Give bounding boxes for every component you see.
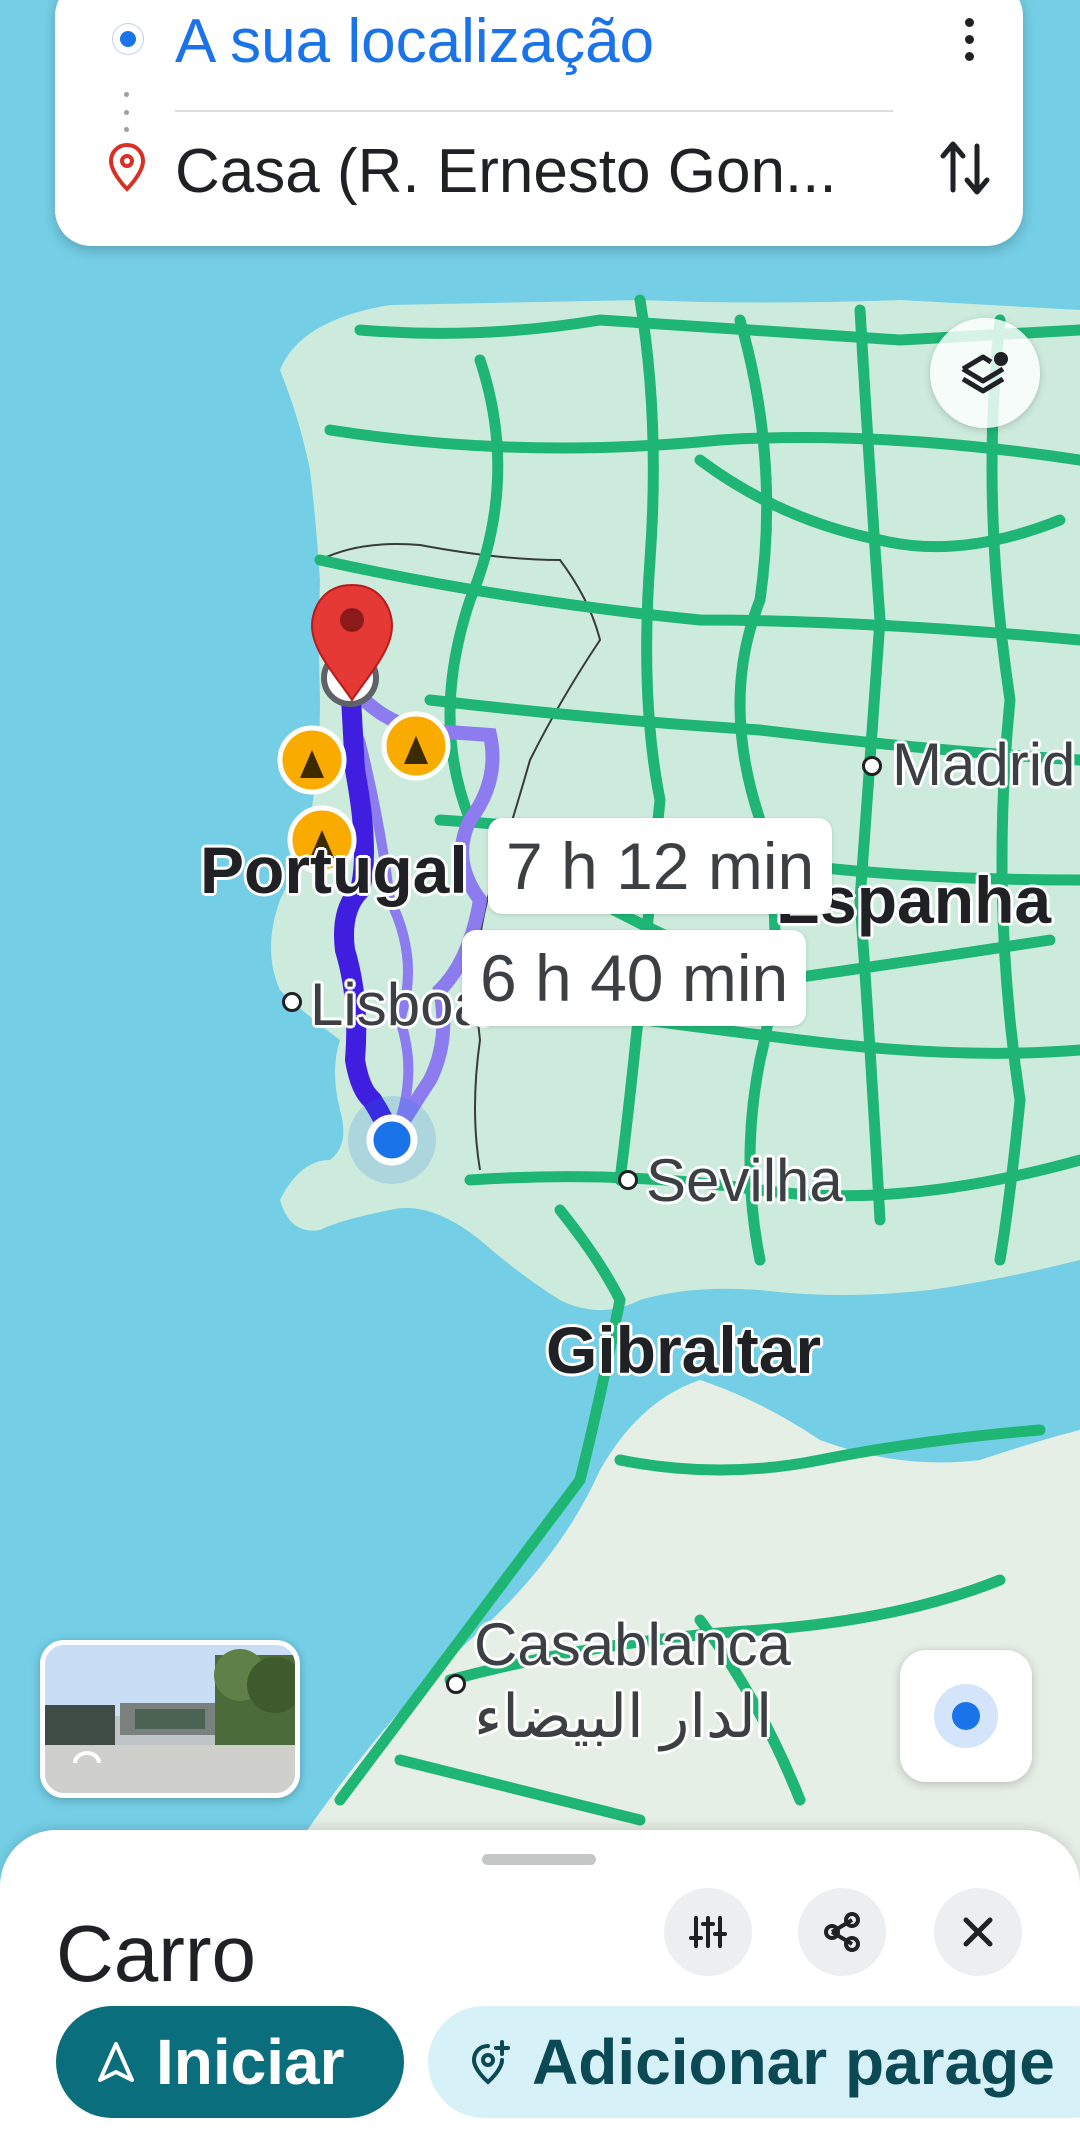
label-casablanca: Casablanca	[474, 1611, 791, 1678]
layers-icon	[961, 352, 1008, 394]
street-view-thumbnail[interactable]	[40, 1640, 300, 1798]
my-location-icon	[934, 1684, 998, 1748]
close-icon	[963, 1917, 993, 1947]
start-navigation-button[interactable]: Iniciar	[56, 2006, 404, 2118]
location-dot-icon	[113, 24, 143, 54]
map-canvas[interactable]	[0, 0, 1080, 2136]
more-vert-icon	[964, 17, 974, 27]
route-time-primary[interactable]: 6 h 40 min	[462, 930, 807, 1026]
add-location-icon	[471, 2040, 510, 2085]
route-options-button[interactable]	[664, 1888, 752, 1976]
street-view-image	[45, 1649, 295, 1793]
sheet-drag-handle[interactable]	[482, 1854, 596, 1865]
add-stop-button[interactable]: Adicionar parage	[428, 2006, 1080, 2118]
city-dot-casablanca	[446, 1674, 466, 1694]
road-works-icon	[277, 725, 347, 795]
directions-card: A sua localização Casa (R. Ernesto Gon..…	[55, 0, 1023, 246]
road-works-icon	[381, 711, 451, 781]
more-options-button[interactable]	[939, 4, 999, 74]
directions-bottom-sheet: Carro Iniciar Adicionar parage	[0, 1830, 1080, 2150]
route-time-alternate[interactable]: 7 h 12 min	[488, 818, 833, 914]
start-label: Iniciar	[156, 2026, 345, 2098]
city-dot-madrid	[862, 756, 882, 776]
label-casablanca-arabic: الدار البيضاء	[474, 1683, 773, 1750]
swap-vert-icon[interactable]	[935, 132, 995, 204]
share-icon	[824, 1912, 860, 1952]
my-location-button[interactable]	[900, 1650, 1032, 1782]
city-dot-lisboa	[282, 992, 302, 1012]
tune-icon	[689, 1916, 727, 1948]
layers-button[interactable]	[930, 318, 1040, 428]
label-gibraltar: Gibraltar	[546, 1313, 822, 1387]
close-button[interactable]	[934, 1888, 1022, 1976]
origin-field[interactable]: A sua localização	[175, 6, 654, 77]
share-button[interactable]	[798, 1888, 886, 1976]
navigation-arrow-icon	[98, 2042, 134, 2082]
label-sevilha: Sevilha	[646, 1147, 843, 1214]
origin-row[interactable]: A sua localização	[55, 0, 1023, 90]
city-dot-sevilha	[618, 1170, 638, 1190]
current-location-dot	[366, 1114, 418, 1166]
travel-mode-title: Carro	[56, 1909, 257, 1998]
label-lisboa: Lisboa	[310, 971, 487, 1038]
destination-field[interactable]: Casa (R. Ernesto Gon...	[175, 136, 837, 207]
destination-row[interactable]: Casa (R. Ernesto Gon...	[55, 120, 1023, 220]
label-madrid: Madrid	[892, 731, 1076, 798]
add-stop-label: Adicionar parage	[532, 2026, 1055, 2098]
label-portugal: Portugal	[200, 833, 468, 907]
map-pin-icon	[108, 142, 146, 192]
divider	[175, 110, 893, 112]
